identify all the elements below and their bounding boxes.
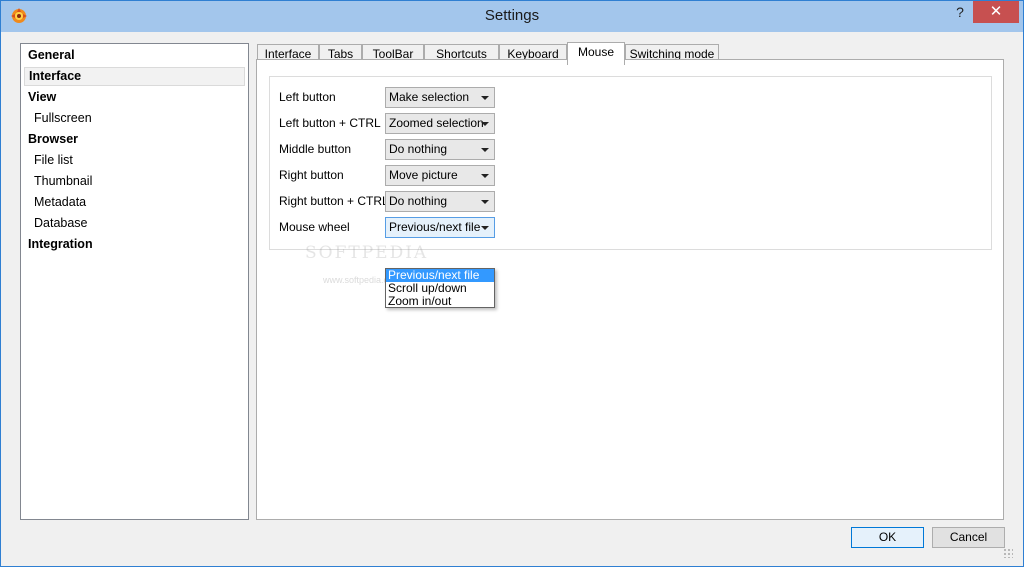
cancel-button[interactable]: Cancel [932, 527, 1005, 548]
chevron-down-icon [481, 200, 489, 204]
nav-item-general[interactable]: General [24, 46, 245, 65]
title-bar[interactable]: Settings ? ✕ [1, 1, 1023, 32]
window-title: Settings [484, 7, 540, 24]
nav-item-view[interactable]: View [24, 88, 245, 107]
watermark-text: SOFTPEDIA [305, 243, 429, 263]
chevron-down-icon [481, 96, 489, 100]
nav-item-metadata[interactable]: Metadata [24, 193, 245, 212]
right-button-ctrl-select-value: Do nothing [389, 194, 448, 208]
close-icon: ✕ [989, 3, 1003, 20]
right-button-ctrl-select[interactable]: Do nothing [385, 191, 495, 212]
mouse-wheel-dropdown-list[interactable]: Previous/next file Scroll up/down Zoom in/… [385, 268, 495, 308]
nav-item-integration[interactable]: Integration [24, 235, 245, 254]
right-button-label: Right button [279, 168, 344, 182]
left-button-select-value: Make selection [389, 90, 470, 104]
middle-button-select[interactable]: Do nothing [385, 139, 495, 160]
nav-item-browser[interactable]: Browser [24, 130, 245, 149]
close-button[interactable]: ✕ [973, 1, 1019, 23]
mouse-wheel-label: Mouse wheel [279, 220, 350, 234]
resize-grip-icon[interactable] [1003, 548, 1013, 558]
chevron-down-icon [481, 122, 489, 126]
chevron-down-icon [481, 174, 489, 178]
right-button-select-value: Move picture [389, 168, 458, 182]
left-button-ctrl-select-value: Zoomed selection [389, 116, 484, 130]
left-button-ctrl-select[interactable]: Zoomed selection [385, 113, 495, 134]
left-button-select[interactable]: Make selection [385, 87, 495, 108]
nav-item-fullscreen[interactable]: Fullscreen [24, 109, 245, 128]
mouse-wheel-select[interactable]: Previous/next file [385, 217, 495, 238]
middle-button-label: Middle button [279, 142, 352, 156]
settings-window: Settings ? ✕ General Interface View Fullscr… [0, 0, 1024, 567]
tab-mouse[interactable]: Mouse [567, 42, 625, 65]
settings-nav-tree[interactable]: General Interface View Fullscreen Browser Fil… [20, 43, 249, 520]
dialog-body: General Interface View Fullscreen Browser Fil… [9, 32, 1015, 560]
nav-item-file-list[interactable]: File list [24, 151, 245, 170]
right-button-select[interactable]: Move picture [385, 165, 495, 186]
ok-button[interactable]: OK [851, 527, 924, 548]
left-button-label: Left button [279, 90, 336, 104]
help-button[interactable]: ? [947, 1, 973, 23]
nav-item-database[interactable]: Database [24, 214, 245, 233]
nav-item-thumbnail[interactable]: Thumbnail [24, 172, 245, 191]
middle-button-select-value: Do nothing [389, 142, 448, 156]
mouse-wheel-select-value: Previous/next file [389, 220, 481, 234]
mouse-settings-group [269, 76, 992, 250]
left-button-ctrl-label: Left button + CTRL [279, 116, 381, 130]
chevron-down-icon [481, 226, 489, 230]
right-button-ctrl-label: Right button + CTRL [279, 194, 389, 208]
chevron-down-icon [481, 148, 489, 152]
dropdown-option[interactable]: Zoom in/out [386, 295, 494, 308]
nav-item-interface[interactable]: Interface [24, 67, 245, 86]
